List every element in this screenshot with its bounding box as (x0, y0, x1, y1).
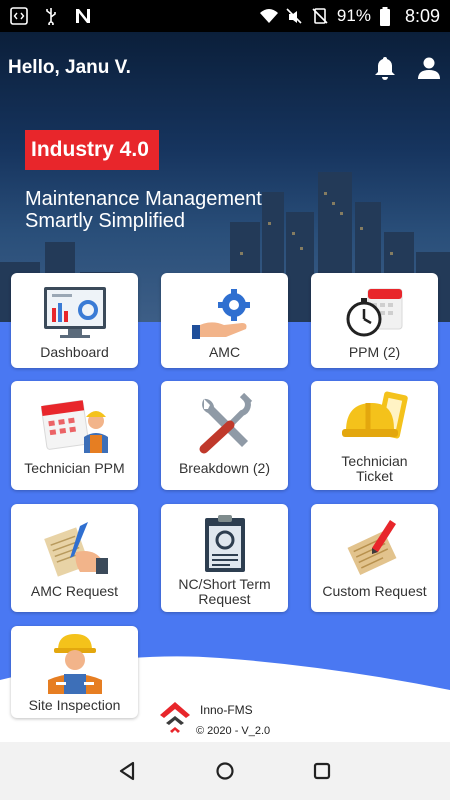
tile-label: PPM (2) (348, 344, 401, 360)
home-icon[interactable] (215, 761, 235, 781)
footer: Inno-FMS © 2020 - V_2.0 (0, 695, 450, 742)
tile-technician-ticket[interactable]: Technician Ticket (311, 381, 438, 490)
tagline-line-2: Smartly Simplified (25, 210, 186, 232)
recents-icon[interactable] (312, 761, 332, 781)
ppm-icon (346, 288, 402, 337)
site-inspection-icon (47, 634, 102, 694)
tile-technician-ppm[interactable]: Technician PPM (11, 381, 138, 490)
tile-nc-request[interactable]: NC/Short Term Request (161, 504, 288, 612)
n-app-icon (74, 7, 92, 25)
tile-label: AMC Request (30, 583, 119, 599)
tile-label: Dashboard (40, 344, 109, 360)
battery-icon (379, 7, 397, 26)
bell-icon[interactable] (372, 55, 398, 81)
tile-label-line-1: NC/Short Term (178, 576, 271, 592)
tile-label-line-2: Request (198, 591, 251, 607)
status-bar: 91% 8:09 (0, 0, 450, 32)
nc-request-icon (204, 515, 245, 572)
version-text: © 2020 - V_2.0 (196, 725, 271, 737)
tile-label: AMC (208, 344, 241, 360)
technician-ticket-icon (341, 391, 408, 439)
tile-amc[interactable]: AMC (161, 273, 288, 368)
tile-custom-request[interactable]: Custom Request (311, 504, 438, 612)
tagline: Maintenance Management Smartly Simplifie… (25, 188, 262, 232)
clock: 8:09 (404, 5, 440, 26)
mute-icon (285, 7, 303, 25)
tile-label: Breakdown (2) (178, 460, 271, 476)
code-icon (10, 7, 28, 25)
tile-label: Custom Request (322, 583, 427, 599)
tagline-line-1: Maintenance Management (25, 188, 262, 210)
profile-icon[interactable] (416, 55, 442, 81)
custom-request-icon (347, 520, 396, 576)
navigation-bar (0, 742, 450, 800)
tile-dashboard[interactable]: Dashboard (11, 273, 138, 368)
dashboard-icon (43, 287, 106, 338)
amc-request-icon (43, 522, 108, 577)
inno-fms-logo (160, 702, 190, 733)
tile-amc-request[interactable]: AMC Request (11, 504, 138, 612)
greeting-text: Hello, Janu V. (8, 57, 131, 78)
tile-ppm[interactable]: PPM (2) (311, 273, 438, 368)
tile-breakdown[interactable]: Breakdown (2) (161, 381, 288, 490)
amc-icon (191, 289, 250, 339)
tile-label-line-1: Technician (341, 453, 408, 469)
back-icon[interactable] (118, 761, 138, 781)
wifi-icon (259, 7, 278, 25)
industry-badge: Industry 4.0 (25, 130, 159, 170)
tile-label-line-2: Ticket (356, 468, 393, 484)
app-header: Hello, Janu V. (0, 50, 450, 86)
usb-icon (42, 7, 60, 27)
tile-label: Technician PPM (24, 460, 125, 476)
no-sim-icon (311, 7, 329, 25)
breakdown-icon (199, 393, 252, 454)
technician-ppm-icon (40, 400, 108, 453)
battery-percent: 91% (336, 6, 371, 25)
brand-name: Inno-FMS (200, 703, 253, 717)
